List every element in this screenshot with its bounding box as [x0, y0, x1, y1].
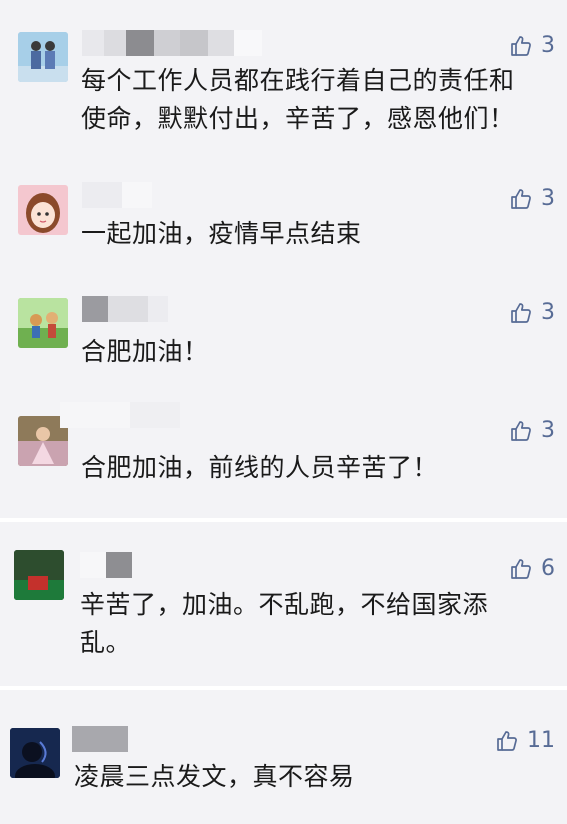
like-count: 3 [541, 300, 555, 325]
avatar[interactable] [14, 550, 64, 600]
comment-text: 辛苦了，加油。不乱跑，不给国家添乱。 [80, 590, 489, 657]
comment-text: 一起加油，疫情早点结束 [81, 219, 362, 248]
like-count: 3 [541, 33, 555, 58]
comment-item: 3 每个工作人员都在践行着自己的责任和使命，默默付出，辛苦了，感恩他们！ [0, 0, 567, 140]
avatar[interactable] [18, 32, 68, 82]
username-blurred [80, 552, 132, 578]
like-button[interactable]: 3 [509, 186, 555, 211]
thumbs-up-icon [509, 301, 533, 325]
username-blurred [82, 30, 262, 56]
like-count: 11 [527, 728, 555, 753]
comment-item: 3 一起加油，疫情早点结束 [0, 160, 567, 270]
username-blurred [82, 296, 168, 322]
thumbs-up-icon [509, 34, 533, 58]
comment-group-3: 11 凌晨三点发文，真不容易 [0, 690, 567, 824]
avatar[interactable] [10, 728, 60, 778]
like-button[interactable]: 3 [509, 418, 555, 443]
username-blurred [60, 402, 180, 428]
thumbs-up-icon [509, 557, 533, 581]
like-button[interactable]: 11 [495, 728, 555, 753]
username-blurred [72, 726, 128, 752]
username-blurred [82, 182, 152, 208]
avatar[interactable] [18, 298, 68, 348]
thumbs-up-icon [509, 187, 533, 211]
comment-text: 每个工作人员都在践行着自己的责任和使命，默默付出，辛苦了，感恩他们！ [81, 66, 515, 133]
like-count: 6 [541, 556, 555, 581]
thumbs-up-icon [495, 729, 519, 753]
comment-text: 凌晨三点发文，真不容易 [74, 762, 355, 791]
comment-item: 3 合肥加油！ [0, 280, 567, 390]
avatar[interactable] [18, 185, 68, 235]
comment-item: 6 辛苦了，加油。不乱跑，不给国家添乱。 [0, 522, 567, 686]
like-button[interactable]: 3 [509, 33, 555, 58]
comment-text: 合肥加油，前线的人员辛苦了！ [81, 453, 439, 482]
thumbs-up-icon [509, 419, 533, 443]
like-button[interactable]: 3 [509, 300, 555, 325]
comment-item: 3 合肥加油，前线的人员辛苦了！ [0, 396, 567, 506]
comment-item: 11 凌晨三点发文，真不容易 [0, 690, 567, 824]
like-button[interactable]: 6 [509, 556, 555, 581]
like-count: 3 [541, 186, 555, 211]
comment-group-1: 3 每个工作人员都在践行着自己的责任和使命，默默付出，辛苦了，感恩他们！ 3 一… [0, 0, 567, 518]
comment-text: 合肥加油！ [81, 337, 209, 366]
comment-group-2: 6 辛苦了，加油。不乱跑，不给国家添乱。 [0, 522, 567, 686]
like-count: 3 [541, 418, 555, 443]
